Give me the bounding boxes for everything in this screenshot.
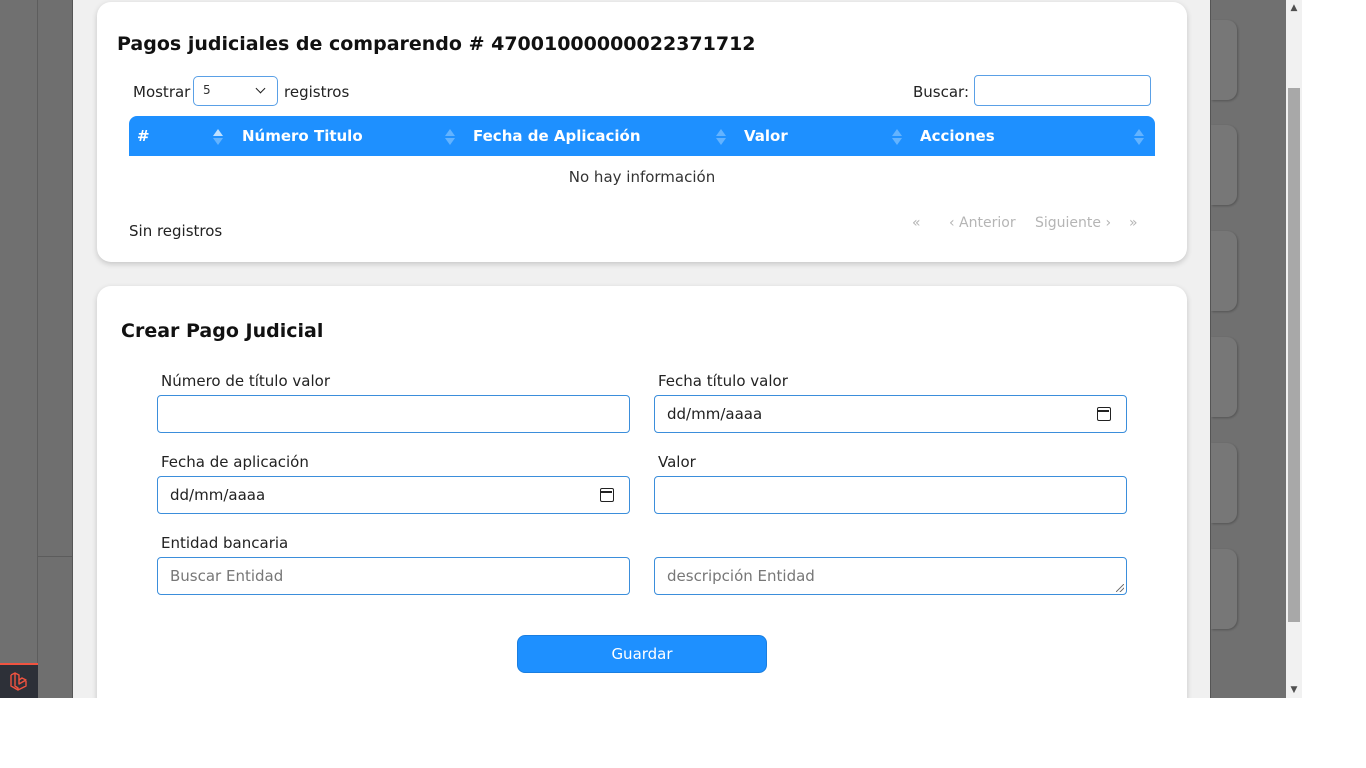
table-info: Sin registros	[129, 222, 223, 240]
background-card	[1211, 20, 1237, 100]
page-size-select[interactable]: 5	[193, 76, 278, 106]
fecha-aplicacion-value: dd/mm/aaaa	[170, 486, 266, 504]
column-header-index[interactable]: #	[137, 116, 150, 156]
pager-last-button[interactable]: »	[1129, 215, 1138, 231]
chevron-down-icon	[255, 83, 266, 94]
payments-title: Pagos judiciales de comparendo # 4700100…	[117, 33, 756, 55]
table-empty-message: No hay información	[568, 168, 716, 186]
scroll-up-arrow-icon[interactable]: ▲	[1286, 0, 1302, 16]
valor-input[interactable]	[654, 476, 1127, 514]
background-card	[1211, 443, 1237, 523]
fecha-titulo-label: Fecha título valor	[658, 372, 788, 390]
valor-label: Valor	[658, 453, 696, 471]
pager-first-button[interactable]: «	[912, 215, 921, 231]
payments-table-card: Pagos judiciales de comparendo # 4700100…	[97, 2, 1187, 262]
entidad-search-input[interactable]: Buscar Entidad	[157, 557, 630, 595]
laravel-icon	[10, 671, 27, 691]
numero-titulo-label: Número de título valor	[161, 372, 330, 390]
pager-previous-button[interactable]: ‹ Anterior	[949, 215, 1016, 231]
background-card	[1211, 549, 1237, 629]
background-content	[1211, 0, 1286, 698]
page-viewport: Pagos judiciales de comparendo # 4700100…	[0, 0, 1302, 698]
entidad-description-textarea[interactable]: descripción Entidad	[654, 557, 1127, 595]
background-divider	[38, 556, 72, 557]
background-card	[1211, 231, 1237, 311]
scrollbar-thumb[interactable]	[1288, 88, 1300, 622]
records-label: registros	[284, 83, 350, 101]
sort-icon[interactable]	[716, 129, 726, 145]
scroll-down-arrow-icon[interactable]: ▼	[1286, 682, 1302, 698]
search-input[interactable]	[974, 75, 1151, 106]
pager-next-button[interactable]: Siguiente ›	[1035, 215, 1111, 231]
fecha-titulo-input[interactable]: dd/mm/aaaa	[654, 395, 1127, 433]
numero-titulo-input[interactable]	[157, 395, 630, 433]
entidad-description-placeholder: descripción Entidad	[667, 567, 815, 585]
fecha-aplicacion-label: Fecha de aplicación	[161, 453, 309, 471]
sort-icon[interactable]	[1134, 129, 1144, 145]
fecha-aplicacion-input[interactable]: dd/mm/aaaa	[157, 476, 630, 514]
save-button[interactable]: Guardar	[517, 635, 767, 673]
page-size-value: 5	[203, 83, 211, 97]
background-sidebar	[0, 0, 38, 698]
show-label: Mostrar	[133, 83, 191, 101]
calendar-icon[interactable]	[600, 488, 614, 502]
page-scrollbar[interactable]: ▲ ▼	[1286, 0, 1302, 698]
form-title: Crear Pago Judicial	[121, 320, 324, 342]
column-header-numero-titulo[interactable]: Número Titulo	[242, 116, 363, 156]
background-card	[1211, 337, 1237, 417]
sort-icon[interactable]	[892, 129, 902, 145]
calendar-icon[interactable]	[1097, 407, 1111, 421]
sort-icon[interactable]	[213, 129, 223, 145]
create-payment-card: Crear Pago Judicial Número de título val…	[97, 286, 1187, 698]
laravel-debug-badge[interactable]	[0, 663, 38, 698]
background-card	[1211, 125, 1237, 205]
modal-dialog: Pagos judiciales de comparendo # 4700100…	[72, 0, 1211, 698]
entidad-label: Entidad bancaria	[161, 534, 289, 552]
table-header: # Número Titulo Fecha de Aplicación Valo…	[129, 116, 1155, 156]
resize-handle-icon[interactable]	[1116, 584, 1124, 592]
column-header-fecha-aplicacion[interactable]: Fecha de Aplicación	[473, 116, 641, 156]
fecha-titulo-value: dd/mm/aaaa	[667, 405, 763, 423]
sort-icon[interactable]	[445, 129, 455, 145]
column-header-acciones[interactable]: Acciones	[920, 116, 995, 156]
column-header-valor[interactable]: Valor	[744, 116, 788, 156]
search-label: Buscar:	[913, 83, 970, 101]
